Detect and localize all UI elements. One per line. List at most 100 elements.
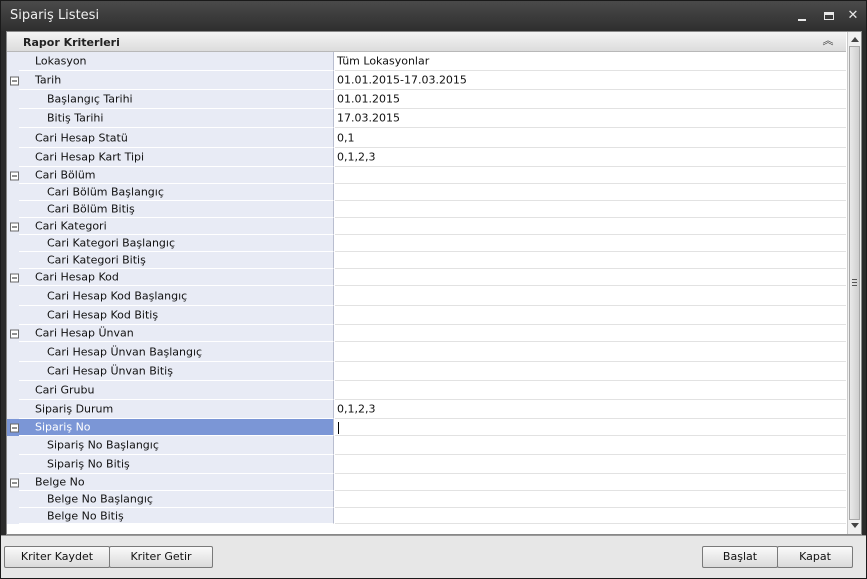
- property-row[interactable]: Cari Hesap Kod: [7, 269, 846, 286]
- property-row[interactable]: Cari Hesap Kart Tipi 0,1,2,3: [7, 148, 846, 167]
- collapse-chevron-icon[interactable]: ︽: [821, 34, 835, 48]
- property-value-cell[interactable]: 01.01.2015-17.03.2015: [335, 71, 846, 90]
- property-name-cell[interactable]: Cari Hesap Ünvan Başlangıç: [19, 342, 334, 362]
- collapse-minus-icon[interactable]: [10, 273, 19, 282]
- property-value-cell[interactable]: [335, 269, 846, 286]
- property-row[interactable]: Cari Kategori Bitiş: [7, 252, 846, 269]
- property-value-cell[interactable]: [335, 491, 846, 508]
- property-value-cell[interactable]: [335, 184, 846, 201]
- property-value-cell[interactable]: [335, 235, 846, 252]
- property-row[interactable]: Cari Bölüm Başlangıç: [7, 184, 846, 201]
- property-name-cell[interactable]: Cari Bölüm Bitiş: [19, 201, 334, 218]
- property-row[interactable]: Cari Kategori Başlangıç: [7, 235, 846, 252]
- property-row[interactable]: Cari Hesap Ünvan Başlangıç: [7, 342, 846, 362]
- property-name-cell[interactable]: Sipariş No Başlangıç: [19, 436, 334, 455]
- property-row[interactable]: Sipariş Durum 0,1,2,3: [7, 400, 846, 419]
- property-name-cell[interactable]: Belge No Bitiş: [19, 508, 334, 524]
- property-value-cell[interactable]: [335, 381, 846, 400]
- property-row[interactable]: Cari Bölüm: [7, 167, 846, 184]
- property-name-cell[interactable]: Cari Bölüm Başlangıç: [19, 184, 334, 201]
- property-name-cell[interactable]: Cari Hesap Kod Başlangıç: [19, 286, 334, 306]
- property-row[interactable]: Cari Hesap Ünvan: [7, 325, 846, 342]
- property-value-cell[interactable]: [335, 436, 846, 455]
- property-row[interactable]: Belge No Bitiş: [7, 508, 846, 524]
- property-row[interactable]: Sipariş No: [7, 419, 846, 436]
- property-name-cell[interactable]: Sipariş No Bitiş: [19, 455, 334, 474]
- property-name-cell[interactable]: Cari Grubu: [19, 381, 334, 400]
- property-row[interactable]: Cari Hesap Statü 0,1: [7, 128, 846, 148]
- property-row[interactable]: Lokasyon Tüm Lokasyonlar: [7, 52, 846, 71]
- property-row[interactable]: Cari Hesap Ünvan Bitiş: [7, 362, 846, 381]
- property-name-cell[interactable]: Başlangıç Tarihi: [19, 90, 334, 109]
- property-name-cell[interactable]: Tarih: [19, 71, 334, 90]
- title-bar[interactable]: Sipariş Listesi ✕: [1, 1, 866, 31]
- collapse-minus-icon[interactable]: [10, 423, 19, 432]
- property-value-cell[interactable]: 0,1: [335, 128, 846, 148]
- property-row[interactable]: Cari Bölüm Bitiş: [7, 201, 846, 218]
- property-name-cell[interactable]: Cari Hesap Statü: [19, 128, 334, 148]
- collapse-minus-icon[interactable]: [10, 222, 19, 231]
- property-name-cell[interactable]: Cari Hesap Ünvan Bitiş: [19, 362, 334, 381]
- property-name-cell[interactable]: Sipariş Durum: [19, 400, 334, 419]
- minimize-button[interactable]: [794, 8, 810, 24]
- property-name-cell[interactable]: Cari Kategori Bitiş: [19, 252, 334, 269]
- property-name-cell[interactable]: Lokasyon: [19, 52, 334, 71]
- property-value-cell[interactable]: 0,1,2,3: [335, 148, 846, 167]
- vertical-scrollbar[interactable]: [847, 32, 861, 534]
- collapse-minus-icon[interactable]: [10, 478, 19, 487]
- property-name-cell[interactable]: Cari Hesap Kart Tipi: [19, 148, 334, 167]
- collapse-minus-icon[interactable]: [10, 171, 19, 180]
- property-name-cell[interactable]: Belge No: [19, 474, 334, 491]
- property-value-cell[interactable]: [335, 167, 846, 184]
- property-value-cell[interactable]: 01.01.2015: [335, 90, 846, 109]
- property-name-cell[interactable]: Cari Hesap Kod Bitiş: [19, 306, 334, 325]
- property-name-cell[interactable]: Bitiş Tarihi: [19, 109, 334, 128]
- property-row[interactable]: Belge No Başlangıç: [7, 491, 846, 508]
- property-value-cell[interactable]: [335, 362, 846, 381]
- save-criteria-button[interactable]: Kriter Kaydet: [4, 546, 110, 568]
- property-value-cell[interactable]: [335, 325, 846, 342]
- collapse-minus-icon[interactable]: [10, 329, 19, 338]
- property-row[interactable]: Başlangıç Tarihi 01.01.2015: [7, 90, 846, 109]
- property-value-cell[interactable]: [335, 474, 846, 491]
- property-value-cell[interactable]: [335, 218, 846, 235]
- scroll-thumb[interactable]: [849, 46, 860, 520]
- property-row[interactable]: Bitiş Tarihi 17.03.2015: [7, 109, 846, 128]
- property-name-cell[interactable]: Cari Hesap Ünvan: [19, 325, 334, 342]
- scroll-down-icon[interactable]: [851, 523, 859, 528]
- property-row[interactable]: Sipariş No Başlangıç: [7, 436, 846, 455]
- maximize-button[interactable]: [821, 8, 837, 24]
- property-name-cell[interactable]: Belge No Başlangıç: [19, 491, 334, 508]
- property-value-cell[interactable]: [335, 342, 846, 362]
- property-row[interactable]: Cari Hesap Kod Bitiş: [7, 306, 846, 325]
- property-row[interactable]: Tarih 01.01.2015-17.03.2015: [7, 71, 846, 90]
- property-row[interactable]: Cari Hesap Kod Başlangıç: [7, 286, 846, 306]
- window-title: Sipariş Listesi: [10, 8, 100, 23]
- start-button[interactable]: Başlat: [702, 546, 778, 568]
- collapse-minus-icon[interactable]: [10, 76, 19, 85]
- property-value-cell[interactable]: [335, 286, 846, 306]
- property-value-cell[interactable]: [335, 252, 846, 269]
- load-criteria-button[interactable]: Kriter Getir: [109, 546, 213, 568]
- close-button[interactable]: Kapat: [777, 546, 853, 568]
- property-row[interactable]: Cari Grubu: [7, 381, 846, 400]
- property-name-cell[interactable]: Sipariş No: [19, 419, 334, 436]
- property-value-cell[interactable]: [335, 455, 846, 474]
- property-value-cell[interactable]: [335, 508, 846, 524]
- property-value-cell[interactable]: 17.03.2015: [335, 109, 846, 128]
- property-name-cell[interactable]: Cari Kategori: [19, 218, 334, 235]
- scroll-up-icon[interactable]: [851, 37, 859, 42]
- property-value-cell[interactable]: [335, 201, 846, 218]
- property-name-cell[interactable]: Cari Kategori Başlangıç: [19, 235, 334, 252]
- property-row[interactable]: Belge No: [7, 474, 846, 491]
- property-value-cell[interactable]: 0,1,2,3: [335, 400, 846, 419]
- property-value-cell[interactable]: Tüm Lokasyonlar: [335, 52, 846, 71]
- close-window-button[interactable]: ✕: [845, 8, 861, 24]
- property-value-cell[interactable]: [335, 419, 846, 436]
- property-row[interactable]: Sipariş No Bitiş: [7, 455, 846, 474]
- property-value-cell[interactable]: [335, 306, 846, 325]
- property-name-cell[interactable]: Cari Bölüm: [19, 167, 334, 184]
- property-row[interactable]: Cari Kategori: [7, 218, 846, 235]
- group-header[interactable]: Rapor Kriterleri ︽: [7, 32, 846, 52]
- property-name-cell[interactable]: Cari Hesap Kod: [19, 269, 334, 286]
